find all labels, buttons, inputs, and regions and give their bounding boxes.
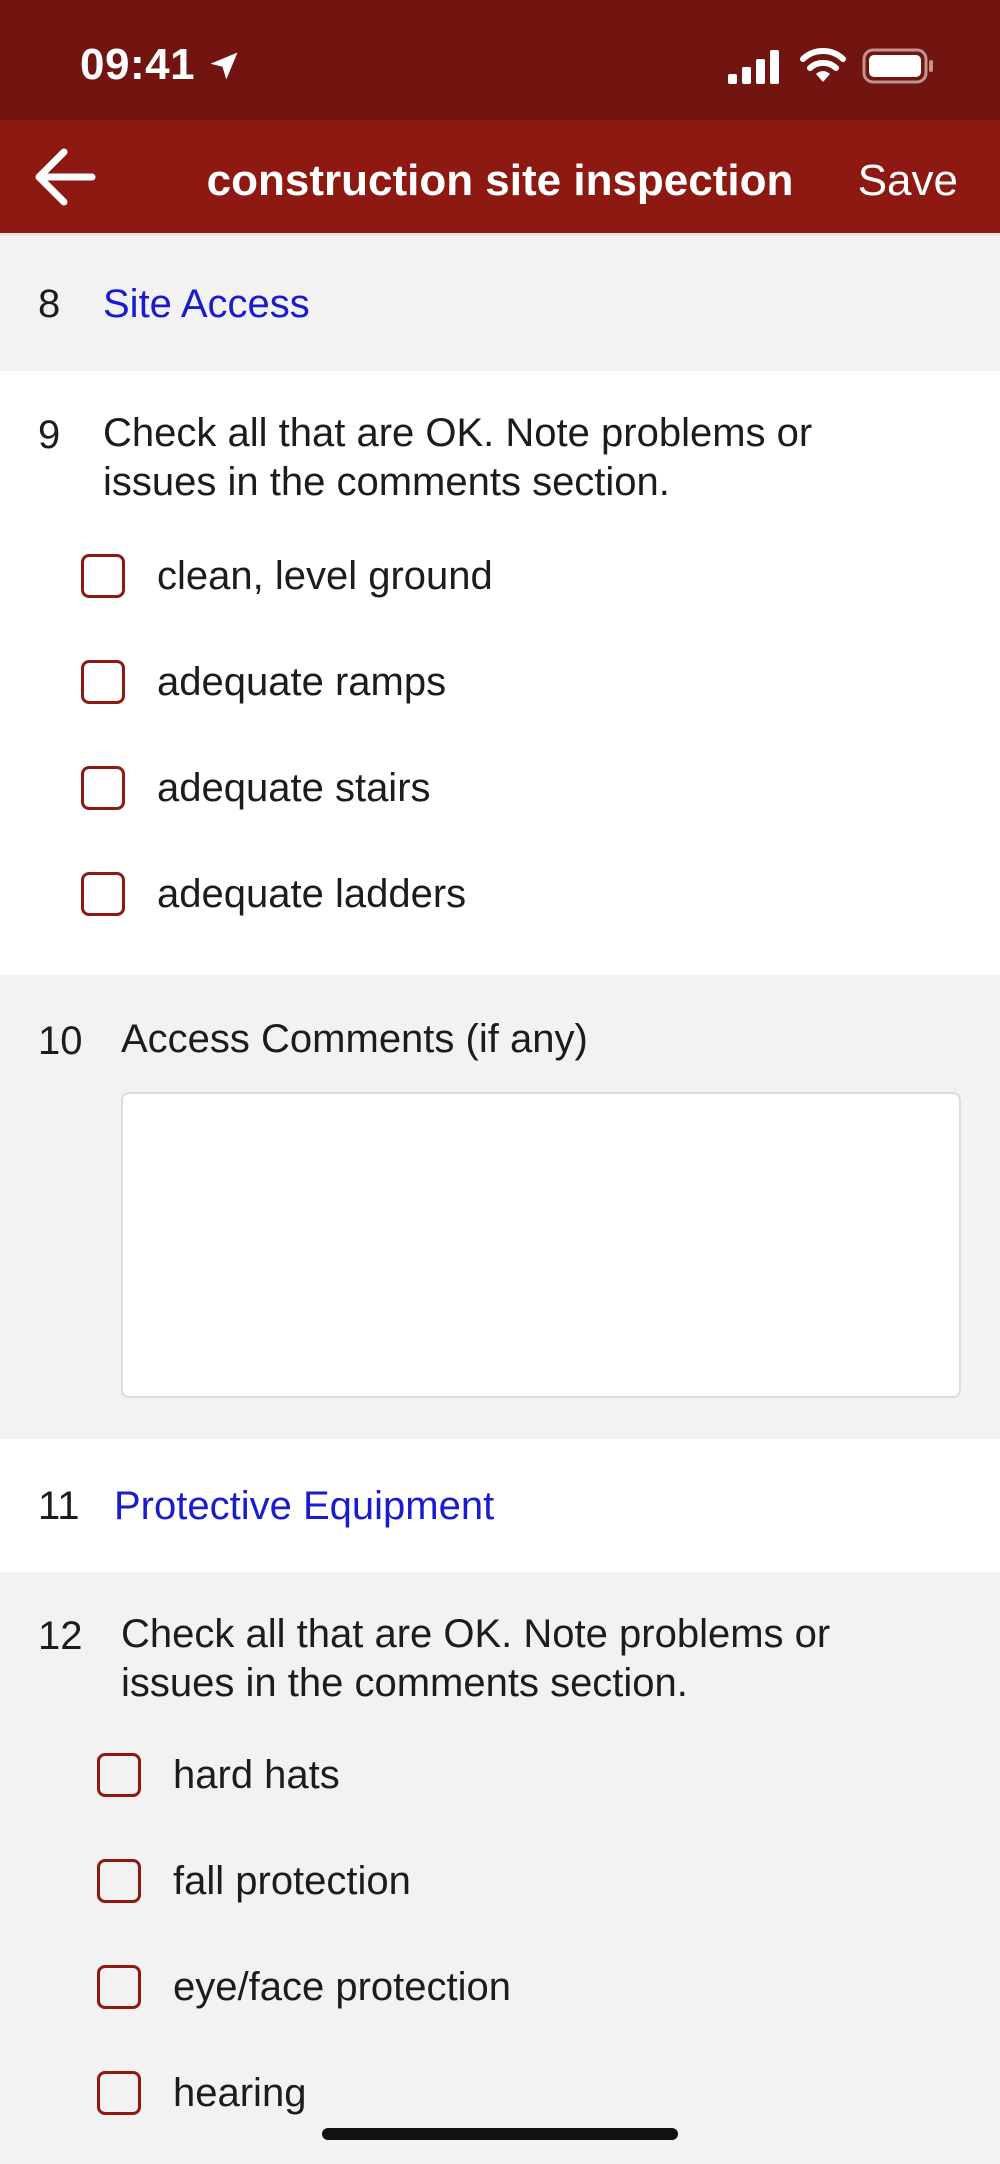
cellular-signal-icon	[728, 50, 779, 84]
checkbox[interactable]	[97, 1753, 141, 1797]
question-text-line: issues in the comments section.	[103, 460, 670, 504]
location-arrow-icon	[210, 52, 238, 80]
access-comments-textarea[interactable]	[121, 1092, 961, 1398]
question-number: 10	[38, 1019, 83, 1063]
wifi-icon	[800, 48, 846, 82]
question-number: 12	[38, 1614, 83, 1658]
question-11-section: 11 Protective Equipment	[0, 1439, 1000, 1572]
checkbox-label: hearing	[173, 2071, 307, 2115]
checkbox[interactable]	[81, 554, 125, 598]
checkbox-label: hard hats	[173, 1753, 340, 1797]
checkbox[interactable]	[97, 1965, 141, 2009]
checkbox[interactable]	[97, 2071, 141, 2115]
question-text-line: Check all that are OK. Note problems or	[121, 1612, 831, 1656]
question-8-section: 8 Site Access	[0, 236, 1000, 371]
checkbox-label: eye/face protection	[173, 1965, 511, 2009]
battery-icon	[862, 48, 933, 84]
checkbox-label: adequate stairs	[157, 766, 431, 810]
question-number: 8	[38, 282, 61, 326]
status-bar: 09:41	[0, 0, 1000, 120]
question-label: Access Comments (if any)	[121, 1017, 588, 1061]
question-12-section: 12 Check all that are OK. Note problems …	[0, 1572, 1000, 2164]
question-text-line: issues in the comments section.	[121, 1661, 688, 1705]
question-9-section: 9 Check all that are OK. Note problems o…	[0, 371, 1000, 975]
question-number: 11	[38, 1484, 80, 1528]
section-heading-protective-equipment[interactable]: Protective Equipment	[114, 1484, 494, 1529]
status-time: 09:41	[80, 40, 196, 89]
question-text: Check all that are OK. Note problems or …	[103, 409, 812, 507]
checkbox[interactable]	[81, 660, 125, 704]
checkbox[interactable]	[97, 1859, 141, 1903]
section-heading-site-access[interactable]: Site Access	[103, 282, 310, 327]
home-indicator	[322, 2128, 678, 2140]
checkbox[interactable]	[81, 872, 125, 916]
checkbox-label: adequate ladders	[157, 872, 467, 916]
navigation-bar: construction site inspection Save	[0, 120, 1000, 233]
question-text: Check all that are OK. Note problems or …	[121, 1610, 830, 1708]
checkbox[interactable]	[81, 766, 125, 810]
question-text-line: Check all that are OK. Note problems or	[103, 411, 813, 455]
save-button[interactable]: Save	[858, 156, 958, 206]
checkbox-label: clean, level ground	[157, 554, 493, 598]
checkbox-label: adequate ramps	[157, 660, 447, 704]
checkbox-label: fall protection	[173, 1859, 411, 1903]
page-title: construction site inspection	[206, 156, 794, 205]
question-number: 9	[38, 413, 61, 457]
